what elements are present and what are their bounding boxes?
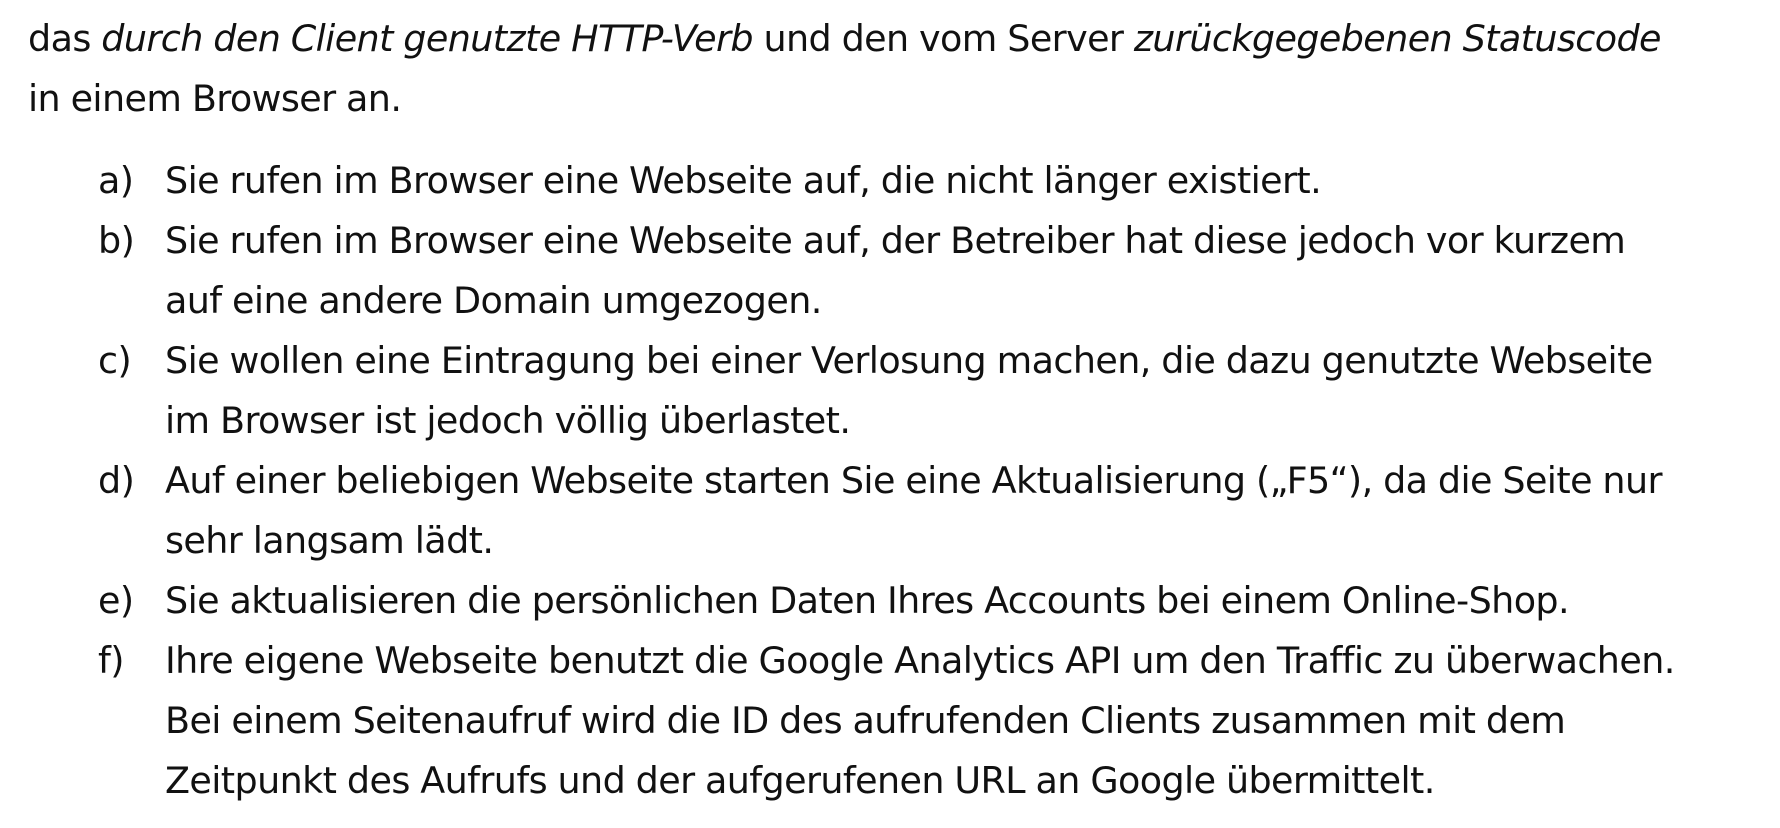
task-item-a: a) Sie rufen im Browser eine Webseite auf… xyxy=(0,151,1780,211)
task-list: a) Sie rufen im Browser eine Webseite auf… xyxy=(0,151,1780,811)
task-item-f: f) Ihre eigene Webseite benutzt die Googl… xyxy=(0,631,1780,811)
task-item-text: Sie rufen im Browser eine Webseite auf, … xyxy=(165,151,1780,211)
task-item-text-line: Sie rufen im Browser eine Webseite auf, … xyxy=(165,159,1322,202)
task-item-text-line: Bei einem Seitenaufruf wird die ID des a… xyxy=(165,699,1566,742)
intro-paragraph: das durch den Client genutzte HTTP-Verb … xyxy=(28,9,1748,129)
task-item-text: Sie wollen eine Eintragung bei einer Ver… xyxy=(165,331,1780,451)
task-item-marker: b) xyxy=(98,219,135,262)
task-item-marker: a) xyxy=(98,159,134,202)
task-item-marker: d) xyxy=(98,459,135,502)
task-item-text: Ihre eigene Webseite benutzt die Google … xyxy=(165,631,1780,811)
task-item-text-line: auf eine andere Domain umgezogen. xyxy=(165,279,822,322)
task-item-marker: c) xyxy=(98,339,132,382)
task-item-text: Sie rufen im Browser eine Webseite auf, … xyxy=(165,211,1780,331)
task-item-text-line: Zeitpunkt des Aufrufs und der aufgerufen… xyxy=(165,759,1435,802)
task-item-marker: e) xyxy=(98,579,134,622)
task-item-text-line: Sie wollen eine Eintragung bei einer Ver… xyxy=(165,339,1653,382)
task-item-marker: f) xyxy=(98,639,124,682)
intro-text-plain-2: und den vom Server xyxy=(752,17,1134,60)
task-item-text: Auf einer beliebigen Webseite starten Si… xyxy=(165,451,1780,571)
task-item-text-line: Sie rufen im Browser eine Webseite auf, … xyxy=(165,219,1626,262)
task-item-text-line: im Browser ist jedoch völlig überlastet. xyxy=(165,399,851,442)
task-item-text-line: Ihre eigene Webseite benutzt die Google … xyxy=(165,639,1675,682)
intro-text-italic-http-verb: durch den Client genutzte HTTP-Verb xyxy=(101,17,753,60)
task-item-b: b) Sie rufen im Browser eine Webseite auf… xyxy=(0,211,1780,331)
task-item-text: Sie aktualisieren die persönlichen Daten… xyxy=(165,571,1780,631)
intro-line-1: das durch den Client genutzte HTTP-Verb … xyxy=(28,9,1748,69)
intro-text-italic-statuscode: zurückgegebenen Statuscode xyxy=(1133,17,1662,60)
document-page: das durch den Client genutzte HTTP-Verb … xyxy=(0,0,1780,828)
task-item-text-line: sehr langsam lädt. xyxy=(165,519,494,562)
task-item-text-line: Auf einer beliebigen Webseite starten Si… xyxy=(165,459,1663,502)
task-item-text-line: Sie aktualisieren die persönlichen Daten… xyxy=(165,579,1570,622)
intro-line-2: in einem Browser an. xyxy=(28,77,402,120)
task-item-c: c) Sie wollen eine Eintragung bei einer V… xyxy=(0,331,1780,451)
intro-text-plain-1: das xyxy=(28,17,102,60)
task-item-e: e) Sie aktualisieren die persönlichen Dat… xyxy=(0,571,1780,631)
task-item-d: d) Auf einer beliebigen Webseite starten … xyxy=(0,451,1780,571)
